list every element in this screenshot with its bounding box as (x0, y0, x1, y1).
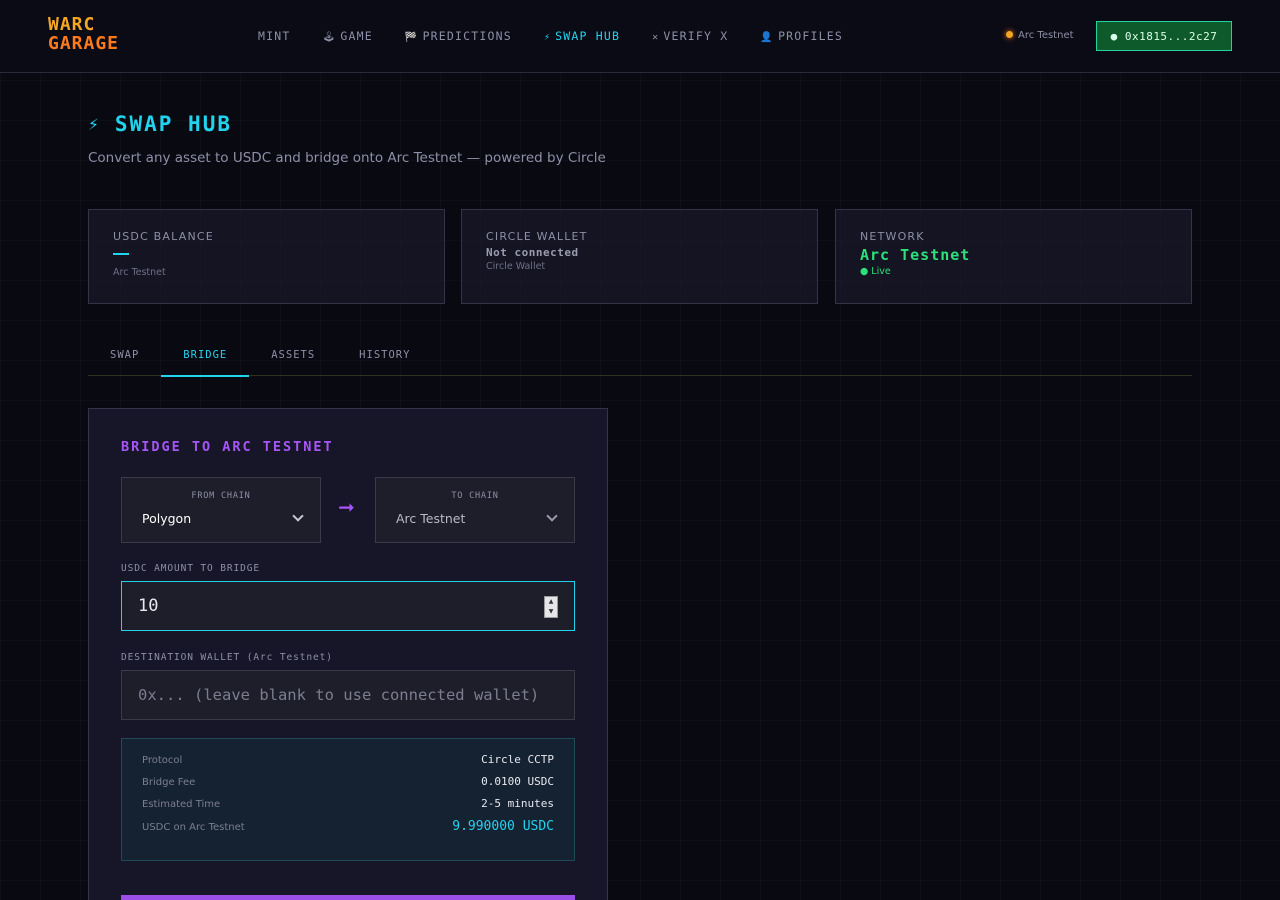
top-navbar: WARC GARAGE MINT 🕹 GAME 🏁 PREDICTIONS ⚡ SWA… (0, 0, 1280, 73)
circle-wallet-label: CIRCLE WALLET (486, 230, 588, 243)
nav-item-predictions[interactable]: 🏁 PREDICTIONS (405, 29, 512, 43)
info-value: 0.0100 USDC (481, 775, 554, 788)
logo-line-1: WARC (48, 14, 96, 35)
bridge-panel-title: BRIDGE TO ARC TESTNET (121, 439, 334, 455)
lightning-icon: ⚡ (88, 113, 101, 135)
destination-label: DESTINATION WALLET (Arc Testnet) (121, 652, 333, 663)
nav-item-label: GAME (340, 29, 373, 43)
nav-item-label: VERIFY X (663, 29, 729, 43)
status-dot-icon (1006, 31, 1013, 38)
amount-input-wrapper: ▲ ▼ (121, 581, 575, 631)
wallet-button[interactable]: ● 0x1815...2c27 (1096, 21, 1232, 51)
nav-item-swap-hub[interactable]: ⚡ SWAP HUB (544, 29, 620, 43)
circle-wallet-card: CIRCLE WALLET Not connected Circle Walle… (461, 209, 818, 304)
info-row-fee: Bridge Fee 0.0100 USDC (142, 775, 554, 797)
page-subtitle: Convert any asset to USDC and bridge ont… (88, 150, 606, 166)
tab-bridge[interactable]: BRIDGE (161, 336, 250, 377)
info-value-highlight: 9.990000 USDC (452, 819, 554, 834)
x-logo-icon: ✕ (652, 32, 660, 43)
main-nav: MINT 🕹 GAME 🏁 PREDICTIONS ⚡ SWAP HUB ✕ VERIF… (258, 29, 875, 43)
info-key: Bridge Fee (142, 777, 196, 788)
tab-assets[interactable]: ASSETS (249, 336, 337, 376)
checkered-flag-icon: 🏁 (404, 32, 419, 43)
logo[interactable]: WARC GARAGE (48, 15, 119, 53)
info-row-protocol: Protocol Circle CCTP (142, 753, 554, 775)
destination-input-wrapper (121, 670, 575, 720)
user-icon: 👤 (760, 32, 775, 43)
to-chain-value: Arc Testnet (396, 511, 466, 526)
chevron-down-icon (546, 510, 558, 522)
info-row-time: Estimated Time 2-5 minutes (142, 797, 554, 819)
usdc-balance-empty-value (113, 253, 129, 255)
from-chain-label: FROM CHAIN (191, 491, 251, 501)
lightning-icon: ⚡ (543, 32, 552, 43)
usdc-balance-network: Arc Testnet (113, 267, 166, 278)
circle-wallet-sub: Circle Wallet (486, 261, 546, 272)
chevron-down-icon (292, 510, 304, 522)
to-chain-select[interactable]: TO CHAIN Arc Testnet (375, 477, 575, 543)
from-chain-value: Polygon (142, 511, 192, 526)
network-card: NETWORK Arc Testnet ● Live (835, 209, 1192, 304)
bridge-panel: BRIDGE TO ARC TESTNET FROM CHAIN Polygon… (88, 408, 608, 900)
nav-item-mint[interactable]: MINT (258, 29, 291, 43)
nav-item-label: PROFILES (778, 29, 844, 43)
amount-stepper[interactable]: ▲ ▼ (544, 596, 558, 618)
swap-hub-tabs: SWAP BRIDGE ASSETS HISTORY (88, 336, 1192, 377)
nav-item-profiles[interactable]: 👤 PROFILES (760, 29, 843, 43)
nav-item-game[interactable]: 🕹 GAME (323, 29, 373, 43)
info-key: USDC on Arc Testnet (142, 822, 245, 833)
tab-swap[interactable]: SWAP (88, 336, 161, 376)
page-title: ⚡ SWAP HUB (88, 112, 232, 136)
network-indicator: Arc Testnet (1006, 30, 1074, 41)
page-title-text: SWAP HUB (114, 112, 232, 136)
amount-label: USDC AMOUNT TO BRIDGE (121, 563, 261, 574)
info-row-received: USDC on Arc Testnet 9.990000 USDC (142, 819, 554, 841)
joystick-icon: 🕹 (322, 32, 337, 43)
stepper-down-icon[interactable]: ▼ (545, 607, 557, 617)
network-label: Arc Testnet (1018, 30, 1074, 41)
arrow-right-icon: ➞ (338, 495, 355, 519)
bridge-info-box: Protocol Circle CCTP Bridge Fee 0.0100 U… (121, 738, 575, 861)
usdc-balance-card: USDC BALANCE Arc Testnet (88, 209, 445, 304)
circle-wallet-status: Not connected (486, 246, 579, 259)
nav-item-label: PREDICTIONS (422, 29, 512, 43)
info-key: Estimated Time (142, 799, 221, 810)
logo-line-2: GARAGE (48, 33, 120, 54)
network-status-badge: ● Live (860, 266, 891, 277)
amount-input[interactable] (138, 596, 498, 616)
from-chain-select[interactable]: FROM CHAIN Polygon (121, 477, 321, 543)
network-name: Arc Testnet (860, 246, 971, 264)
bridge-submit-button[interactable] (121, 895, 575, 900)
tab-history[interactable]: HISTORY (337, 336, 432, 376)
stepper-up-icon[interactable]: ▲ (545, 597, 557, 607)
info-value: 2-5 minutes (481, 797, 554, 810)
info-value: Circle CCTP (481, 753, 554, 766)
nav-item-label: MINT (258, 29, 291, 43)
nav-item-label: SWAP HUB (555, 29, 621, 43)
to-chain-label: TO CHAIN (451, 491, 499, 501)
nav-item-verify-x[interactable]: ✕ VERIFY X (652, 29, 728, 43)
usdc-balance-label: USDC BALANCE (113, 230, 214, 243)
network-label: NETWORK (860, 230, 925, 243)
destination-wallet-input[interactable] (138, 686, 558, 704)
info-key: Protocol (142, 755, 183, 766)
